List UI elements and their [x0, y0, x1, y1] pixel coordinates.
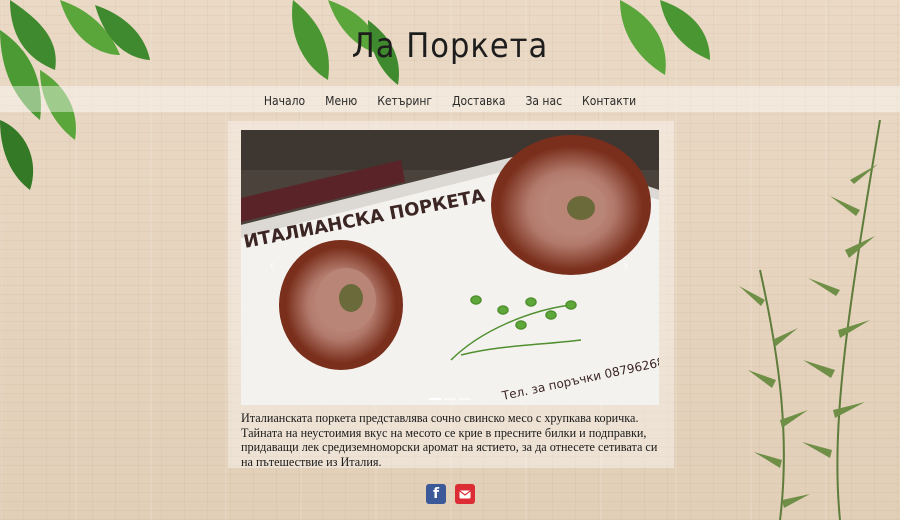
carousel-slide-image: ИТАЛИАНСКА ПОРКЕТА Тел. за поръчки 08796…: [241, 130, 659, 405]
carousel-indicators: [429, 398, 471, 400]
envelope-icon[interactable]: [455, 484, 475, 504]
description-text: Италианската поркета представлява сочно …: [241, 411, 658, 469]
rosemary-right-decoration: [739, 120, 881, 520]
chevron-left-icon[interactable]: ‹: [269, 258, 275, 274]
facebook-glyph: f: [432, 486, 440, 502]
main-navigation: Начало Меню Кетъринг Доставка За нас Кон…: [0, 86, 900, 112]
carousel-indicator[interactable]: [444, 398, 456, 400]
nav-item-menu[interactable]: Меню: [325, 94, 357, 108]
carousel-indicator[interactable]: [429, 398, 441, 400]
nav-item-home[interactable]: Начало: [264, 94, 305, 108]
nav-item-catering[interactable]: Кетъринг: [377, 94, 432, 108]
nav-item-contacts[interactable]: Контакти: [582, 94, 636, 108]
chevron-right-icon[interactable]: ›: [623, 258, 629, 274]
facebook-icon[interactable]: f: [426, 484, 446, 504]
image-carousel[interactable]: ИТАЛИАНСКА ПОРКЕТА Тел. за поръчки 08796…: [241, 130, 659, 405]
site-title: Ла Поркета: [351, 26, 549, 66]
carousel-indicator[interactable]: [459, 398, 471, 400]
nav-item-delivery[interactable]: Доставка: [452, 94, 505, 108]
envelope-glyph: [459, 489, 471, 498]
social-links: f: [426, 484, 475, 504]
nav-item-about[interactable]: За нас: [525, 94, 562, 108]
nav-list: Начало Меню Кетъринг Доставка За нас Кон…: [0, 86, 900, 112]
